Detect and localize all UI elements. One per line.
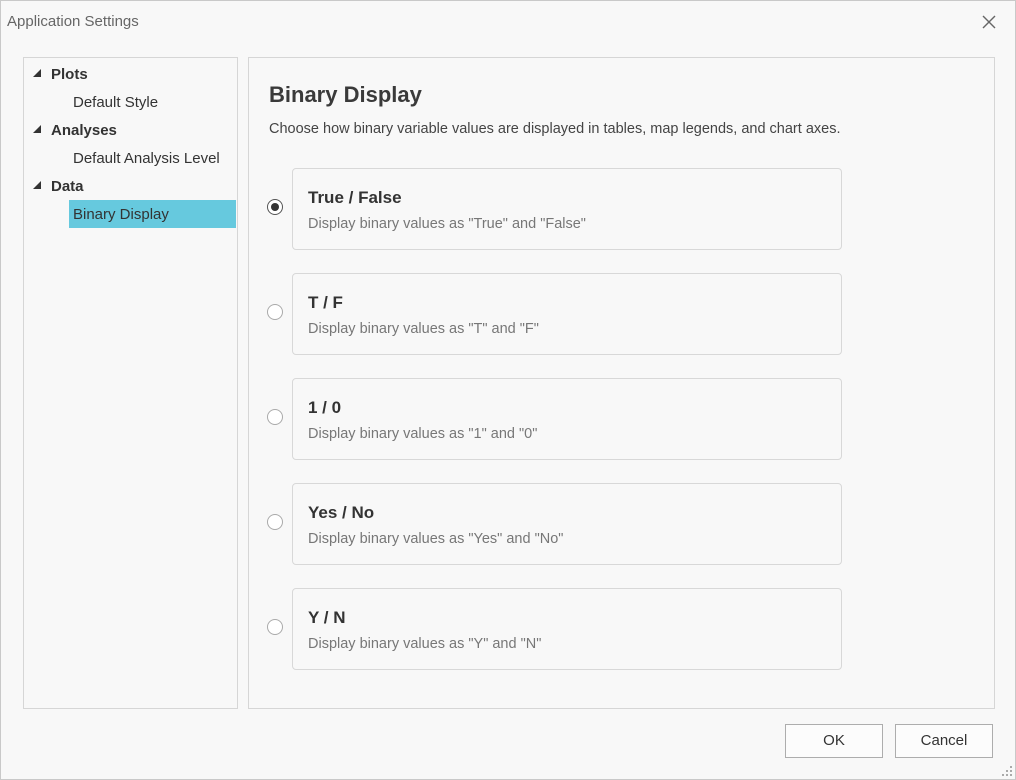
caret-expanded-icon[interactable] [33,181,41,189]
option-title: 1 / 0 [308,398,342,417]
ok-button[interactable]: OK [785,724,883,758]
option-title: Y / N [308,608,346,627]
radio-button[interactable] [267,619,283,635]
tree-item-label: Binary Display [73,206,169,223]
tree-group-plots[interactable]: Plots [24,60,236,88]
option-card[interactable]: Y / N Display binary values as "Y" and "… [292,588,842,670]
option-description: Display binary values as "Yes" and "No" [308,531,564,547]
option-1-0[interactable]: 1 / 0 Display binary values as "1" and "… [267,378,843,460]
option-yes-no[interactable]: Yes / No Display binary values as "Yes" … [267,483,843,565]
caret-expanded-icon[interactable] [33,69,41,77]
option-description: Display binary values as "T" and "F" [308,321,539,337]
tree-group-label: Plots [51,66,88,83]
tree-group-analyses[interactable]: Analyses [24,116,236,144]
option-title: T / F [308,293,343,312]
option-title: Yes / No [308,503,375,522]
option-true-false[interactable]: True / False Display binary values as "T… [267,168,843,250]
tree-item-binary-display[interactable]: Binary Display [69,200,236,228]
option-t-f[interactable]: T / F Display binary values as "T" and "… [267,273,843,355]
settings-dialog: Application Settings Plots Default Style… [0,0,1016,780]
radio-button[interactable] [267,304,283,320]
radio-dot [271,203,279,211]
dialog-title: Application Settings [7,13,139,30]
option-title: True / False [308,188,402,207]
option-description: Display binary values as "Y" and "N" [308,636,542,652]
close-button[interactable] [977,10,1001,34]
close-icon [982,15,996,29]
page-title: Binary Display [269,82,422,107]
option-card[interactable]: 1 / 0 Display binary values as "1" and "… [292,378,842,460]
tree-group-label: Analyses [51,122,117,139]
tree-group-data[interactable]: Data [24,172,236,200]
page-description: Choose how binary variable values are di… [269,121,841,137]
tree-group-label: Data [51,178,84,195]
option-description: Display binary values as "1" and "0" [308,426,538,442]
tree-item-default-analysis-level[interactable]: Default Analysis Level [69,144,236,172]
radio-button[interactable] [267,514,283,530]
settings-tree: Plots Default Style Analyses Default Ana… [23,57,238,709]
option-card[interactable]: T / F Display binary values as "T" and "… [292,273,842,355]
title-bar: Application Settings [1,1,1015,43]
option-card[interactable]: Yes / No Display binary values as "Yes" … [292,483,842,565]
option-description: Display binary values as "True" and "Fal… [308,216,586,232]
radio-button[interactable] [267,199,283,215]
option-card[interactable]: True / False Display binary values as "T… [292,168,842,250]
caret-expanded-icon[interactable] [33,125,41,133]
tree-item-label: Default Style [73,94,159,111]
radio-button[interactable] [267,409,283,425]
tree-item-default-style[interactable]: Default Style [69,88,236,116]
settings-content: Binary Display Choose how binary variabl… [248,57,995,709]
cancel-button[interactable]: Cancel [895,724,993,758]
option-y-n[interactable]: Y / N Display binary values as "Y" and "… [267,588,843,670]
tree-item-label: Default Analysis Level [73,150,220,167]
resize-grip-icon[interactable] [1001,765,1013,777]
